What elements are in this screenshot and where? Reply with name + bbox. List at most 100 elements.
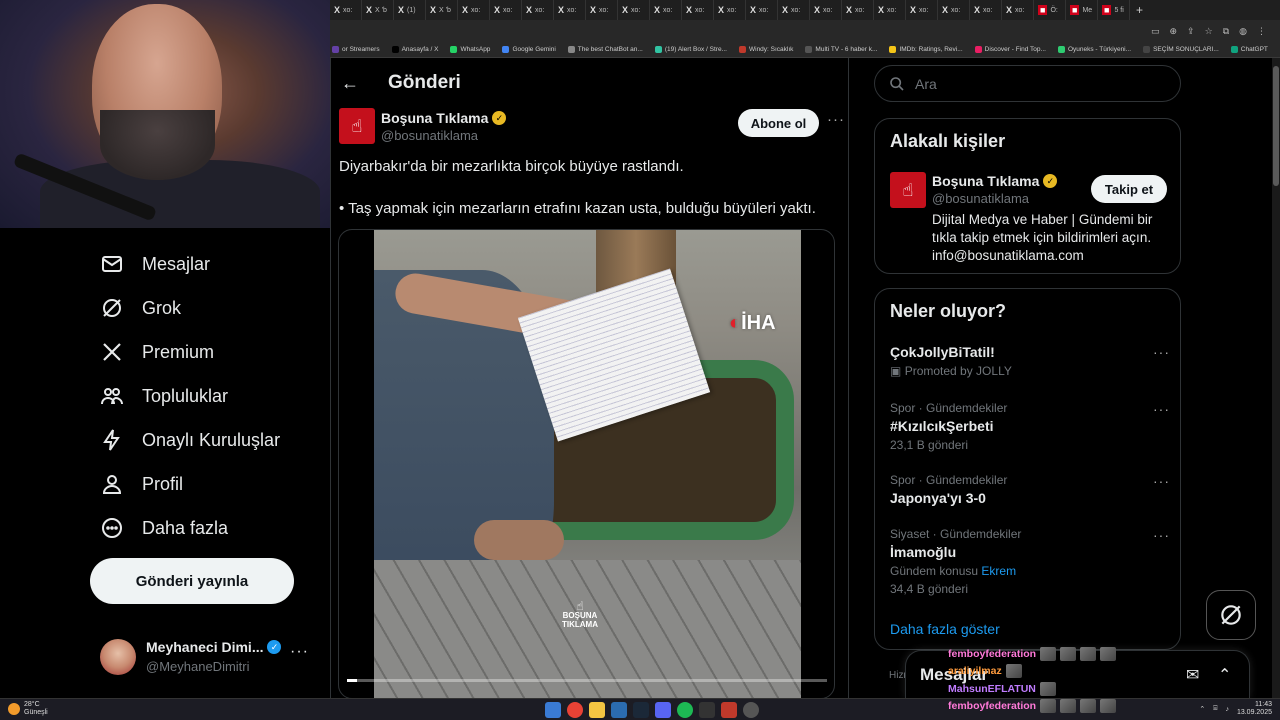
video-progress-bar[interactable]	[347, 679, 827, 682]
browser-tab[interactable]: Xxo:	[330, 0, 362, 20]
network-icon[interactable]: ⌸	[1213, 705, 1217, 713]
start-icon[interactable]	[545, 702, 561, 718]
browser-tab[interactable]: Xxo:	[906, 0, 938, 20]
browser-tab[interactable]: Xxo:	[938, 0, 970, 20]
follow-button[interactable]: Takip et	[1091, 175, 1167, 203]
browser-tab[interactable]: Xxo:	[778, 0, 810, 20]
cast-icon[interactable]: ▭	[1151, 26, 1160, 37]
volume-icon[interactable]: ♪	[1225, 706, 1229, 713]
chrome-icon[interactable]	[567, 702, 583, 718]
account-switcher[interactable]: Meyhaneci Dimi... ✓ @MeyhaneDimitri ···	[100, 633, 310, 683]
related-handle[interactable]: @bosunatiklama	[932, 191, 1029, 206]
new-message-icon[interactable]: ✉	[1186, 665, 1199, 685]
browser-tab[interactable]: Xxo:	[522, 0, 554, 20]
browser-menu-icon[interactable]: ⋮	[1257, 26, 1266, 37]
sun-icon	[8, 703, 20, 715]
scrollbar-thumb[interactable]	[1273, 66, 1279, 186]
trend-item[interactable]: Spor · Gündemdekiler Japonya'yı 3-0 ···	[890, 473, 1170, 506]
browser-tab[interactable]: Xxo:	[586, 0, 618, 20]
nav-item-more[interactable]: Daha fazla	[100, 516, 228, 540]
browser-tab[interactable]: Xxo:	[618, 0, 650, 20]
bookmark-item[interactable]: Oyuneks - Türkiyeni...	[1057, 46, 1131, 53]
browser-tab[interactable]: Xxo:	[458, 0, 490, 20]
clock[interactable]: 11:43 13.09.2025	[1237, 701, 1272, 717]
browser-tab[interactable]: ■ 5 fi	[1098, 0, 1130, 20]
bookmark-item[interactable]: or Streamers	[332, 46, 380, 53]
author-avatar[interactable]: ☝	[339, 108, 375, 144]
folder-icon[interactable]	[589, 702, 605, 718]
trend-topic-link[interactable]: Ekrem	[981, 564, 1016, 578]
related-name[interactable]: Boşuna Tıklama	[932, 173, 1039, 189]
browser-tab[interactable]: Xxo:	[970, 0, 1002, 20]
account-more-icon[interactable]: ···	[290, 643, 309, 661]
weather-widget[interactable]: 28°C Güneşli	[8, 701, 48, 717]
browser-tab[interactable]: Xxo:	[682, 0, 714, 20]
bookmark-item[interactable]: ChatGPT	[1230, 46, 1268, 53]
browser-tab[interactable]: X (1)	[394, 0, 426, 20]
bookmark-item[interactable]: Google Gemini	[502, 46, 556, 53]
browser-tab[interactable]: Xxo:	[554, 0, 586, 20]
show-more-link[interactable]: Daha fazla göster	[890, 621, 1000, 637]
browser-tab[interactable]: Xxo:	[874, 0, 906, 20]
bookmark-item[interactable]: WhatsApp	[450, 46, 490, 53]
bookmark-item[interactable]: Multi TV - 6 haber k...	[805, 46, 877, 53]
tray-chevron-icon[interactable]: ⌃	[1199, 705, 1205, 713]
zoom-icon[interactable]: ⊕	[1170, 26, 1178, 37]
bookmark-item[interactable]: The best ChatBot an...	[567, 46, 643, 53]
subscribe-button[interactable]: Abone ol	[738, 109, 819, 137]
post-video[interactable]: ◐İHA ☝ BOŞUNA TIKLAMA	[338, 229, 835, 698]
trend-item[interactable]: ÇokJollyBiTatil! ▣ Promoted by JOLLY ···	[890, 344, 1170, 378]
steam-icon[interactable]	[633, 702, 649, 718]
app-icon[interactable]	[699, 702, 715, 718]
browser-tab[interactable]: Xxo:	[746, 0, 778, 20]
new-tab-icon[interactable]: +	[1130, 3, 1149, 17]
browser-tab[interactable]: ■ Me	[1066, 0, 1098, 20]
browser-tab[interactable]: Xxo:	[810, 0, 842, 20]
bookmark-item[interactable]: IMDb: Ratings, Revi...	[889, 46, 963, 53]
profile-icon[interactable]: ◍	[1239, 26, 1247, 37]
browser-tab[interactable]: Xxo:	[1002, 0, 1034, 20]
bookmark-star-icon[interactable]: ☆	[1205, 26, 1213, 37]
spotify-icon[interactable]	[677, 702, 693, 718]
browser-tab[interactable]: Xxo:	[842, 0, 874, 20]
trend-more-icon[interactable]: ···	[1153, 527, 1170, 543]
browser-tab[interactable]: XX 'b	[426, 0, 458, 20]
app-icon[interactable]	[721, 702, 737, 718]
bookmark-item[interactable]: Windy: Sıcaklık	[738, 46, 793, 53]
nav-item-verified-orgs[interactable]: Onaylı Kuruluşlar	[100, 428, 280, 452]
browser-tab[interactable]: XX 'b	[362, 0, 394, 20]
search-input[interactable]: Ara	[874, 65, 1181, 102]
extensions-icon[interactable]: ⧉	[1223, 26, 1229, 37]
nav-item-messages[interactable]: Mesajlar	[100, 252, 210, 276]
browser-tab[interactable]: Xxo:	[490, 0, 522, 20]
trend-more-icon[interactable]: ···	[1153, 401, 1170, 417]
browser-tab[interactable]: Xxo:	[650, 0, 682, 20]
back-arrow-icon[interactable]: ←	[341, 73, 359, 94]
share-icon[interactable]: ⇪	[1187, 26, 1195, 37]
post-more-icon[interactable]: ···	[827, 111, 845, 128]
app-icon[interactable]	[611, 702, 627, 718]
related-avatar[interactable]: ☝	[890, 172, 926, 208]
post-button[interactable]: Gönderi yayınla	[90, 558, 294, 604]
browser-tab[interactable]: Xxo:	[714, 0, 746, 20]
page-scrollbar[interactable]	[1272, 58, 1280, 698]
nav-item-grok[interactable]: Grok	[100, 296, 181, 320]
bookmark-item[interactable]: SEÇİM SONUÇLARI...	[1143, 46, 1219, 53]
bookmark-item[interactable]: Discover - Find Top...	[974, 46, 1046, 53]
bookmark-item[interactable]: (19) Alert Box / Stre...	[654, 46, 727, 53]
trend-more-icon[interactable]: ···	[1153, 344, 1170, 360]
expand-up-icon[interactable]: ⌃	[1218, 665, 1231, 685]
obs-icon[interactable]	[743, 702, 759, 718]
author-handle[interactable]: @bosunatiklama	[381, 128, 478, 143]
trend-item[interactable]: Siyaset · Gündemdekiler İmamoğlu Gündem …	[890, 527, 1170, 596]
browser-tab[interactable]: ■ Ö:	[1034, 0, 1066, 20]
trend-more-icon[interactable]: ···	[1153, 473, 1170, 489]
nav-item-premium[interactable]: Premium	[100, 340, 214, 364]
nav-item-profile[interactable]: Profil	[100, 472, 183, 496]
discord-icon[interactable]	[655, 702, 671, 718]
grok-button[interactable]	[1206, 590, 1256, 640]
bookmark-item[interactable]: Anasayfa / X	[391, 46, 438, 53]
nav-item-communities[interactable]: Topluluklar	[100, 384, 228, 408]
author-name[interactable]: Boşuna Tıklama	[381, 110, 488, 126]
trend-item[interactable]: Spor · Gündemdekiler #KızılcıkŞerbeti 23…	[890, 401, 1170, 452]
